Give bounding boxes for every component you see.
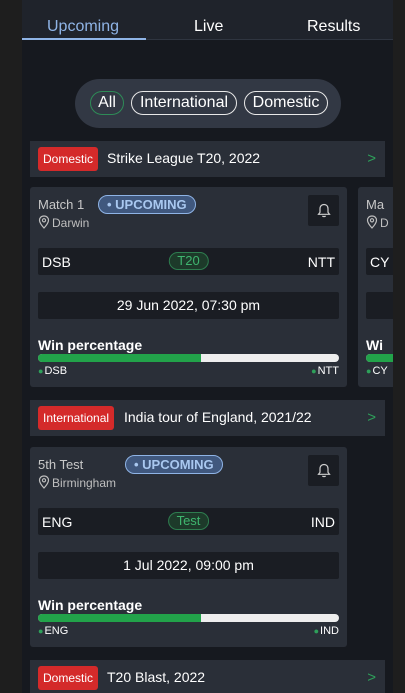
- location-pin-icon: [366, 215, 378, 229]
- bell-icon: [316, 203, 331, 218]
- category-badge: International: [38, 406, 115, 430]
- status-badge: • UPCOMING: [125, 455, 223, 474]
- team-b: IND: [310, 514, 335, 530]
- tab-bar: Upcoming Live Results: [22, 0, 393, 40]
- match-number: Ma: [366, 197, 385, 212]
- filter-all[interactable]: All: [90, 91, 124, 115]
- teams-row: ENG Test IND: [38, 508, 339, 535]
- series-title: Strike League T20, 2022: [107, 150, 261, 166]
- series-header[interactable]: International India tour of England, 202…: [30, 400, 385, 436]
- legend-team-b: ●NTT: [311, 365, 339, 377]
- venue: D: [366, 215, 389, 230]
- bell-icon: [316, 463, 331, 478]
- win-percentage-label: Win percentage: [38, 337, 143, 353]
- legend-team-a: ●DSB: [38, 365, 68, 377]
- legend-team-a: ●CY: [366, 365, 388, 377]
- tab-upcoming[interactable]: Upcoming: [47, 18, 119, 36]
- tab-live[interactable]: Live: [194, 18, 223, 36]
- team-a: DSB: [42, 254, 71, 270]
- tab-results[interactable]: Results: [307, 18, 360, 36]
- match-datetime: 29 Jun 2022, 07:30 pm: [38, 292, 339, 319]
- match-datetime: 1 Jul 2022, 09:00 pm: [38, 552, 339, 579]
- win-percentage-label: Win percentage: [38, 597, 143, 613]
- venue: Birmingham: [38, 475, 116, 490]
- chevron-right-icon[interactable]: >: [367, 409, 376, 426]
- location-pin-icon: [38, 215, 50, 229]
- venue-name: Birmingham: [52, 476, 117, 490]
- match-card[interactable]: Match 1 • UPCOMING Darwin DSB T20 NTT 29…: [30, 187, 347, 387]
- venue-name: Darwin: [52, 216, 90, 230]
- chevron-right-icon[interactable]: >: [367, 669, 376, 686]
- legend-team-a: ●ENG: [38, 625, 69, 637]
- app-container: Upcoming Live Results All International …: [22, 0, 393, 693]
- win-percentage-bar: [38, 354, 339, 362]
- series-title: India tour of England, 2021/22: [124, 409, 312, 425]
- legend-team-b: ●IND: [313, 625, 339, 637]
- filter-bar: All International Domestic: [75, 79, 341, 128]
- tab-divider: [146, 39, 393, 40]
- notify-button[interactable]: [308, 195, 339, 226]
- match-card[interactable]: 5th Test • UPCOMING Birmingham ENG Test …: [30, 447, 347, 647]
- series-header[interactable]: Domestic Strike League T20, 2022 >: [30, 141, 385, 177]
- win-bar-fill: [38, 614, 201, 622]
- chevron-right-icon[interactable]: >: [367, 150, 376, 167]
- win-percentage-bar: [38, 614, 339, 622]
- venue-name: D: [380, 216, 389, 230]
- win-bar-fill: [38, 354, 201, 362]
- format-badge: Test: [167, 512, 210, 530]
- status-badge: • UPCOMING: [98, 195, 196, 214]
- team-b: NTT: [307, 254, 335, 270]
- team-a: ENG: [42, 514, 73, 530]
- series-header[interactable]: Domestic T20 Blast, 2022 >: [30, 660, 385, 693]
- team-a: CY: [370, 254, 390, 270]
- teams-row: CY: [366, 248, 393, 275]
- format-badge: T20: [168, 252, 209, 270]
- match-number: Match 1: [38, 197, 85, 212]
- win-bar-fill: [366, 354, 393, 362]
- match-datetime: [366, 292, 393, 319]
- notify-button[interactable]: [308, 455, 339, 486]
- match-card[interactable]: Ma D CY Wi ●CY: [358, 187, 393, 387]
- category-badge: Domestic: [38, 666, 99, 690]
- match-number: 5th Test: [38, 457, 84, 472]
- filter-domestic[interactable]: Domestic: [244, 91, 328, 115]
- venue: Darwin: [38, 215, 89, 230]
- filter-international[interactable]: International: [131, 91, 237, 115]
- win-percentage-bar: [366, 354, 393, 362]
- series-title: T20 Blast, 2022: [107, 669, 206, 685]
- location-pin-icon: [38, 475, 50, 489]
- win-percentage-label: Wi: [366, 337, 383, 353]
- category-badge: Domestic: [38, 147, 99, 171]
- active-tab-indicator: [22, 38, 146, 40]
- teams-row: DSB T20 NTT: [38, 248, 339, 275]
